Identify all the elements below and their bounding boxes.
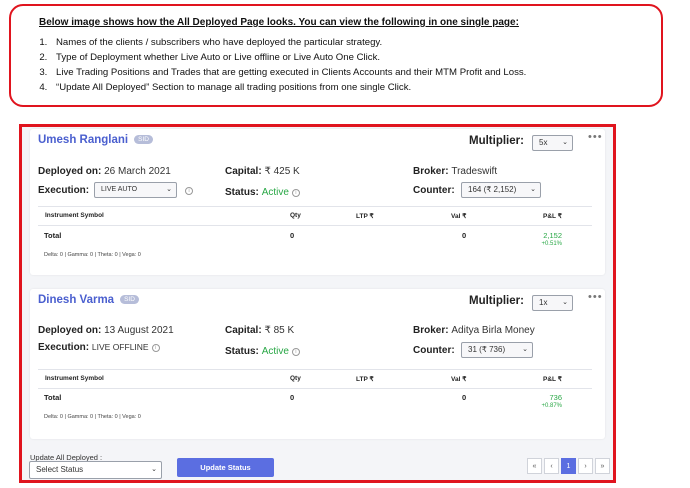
status: Status: Active i (225, 346, 300, 357)
execution-label: Execution: (38, 185, 90, 196)
positions-table-header: Instrument Symbol Qty LTP ₹ Val ₹ P&L ₹ (38, 369, 592, 389)
update-status-button[interactable]: Update Status (177, 458, 274, 477)
broker: Broker: Aditya Birla Money (413, 325, 535, 336)
page-first-button[interactable]: « (527, 458, 542, 474)
deployed-on: Deployed on: 13 August 2021 (38, 325, 174, 336)
callout-item: Names of the clients / subscribers who h… (50, 35, 526, 50)
callout-item: Type of Deployment whether Live Auto or … (50, 50, 526, 65)
deployed-on: Deployed on: 26 March 2021 (38, 166, 171, 177)
capital: Capital: ₹ 85 K (225, 325, 295, 336)
chevron-down-icon: ⌄ (530, 186, 536, 193)
info-callout: Below image shows how the All Deployed P… (9, 4, 663, 107)
col-qty: Qty (290, 212, 301, 219)
all-deployed-panel: Umesh Ranglani SID Multiplier: 5x ⌄ ••• De… (19, 124, 616, 483)
col-instrument: Instrument Symbol (45, 375, 104, 382)
page-last-button[interactable]: » (595, 458, 610, 474)
more-dots-icon[interactable]: ••• (588, 291, 603, 303)
callout-list: Names of the clients / subscribers who h… (23, 35, 526, 95)
positions-table-header: Instrument Symbol Qty LTP ₹ Val ₹ P&L ₹ (38, 206, 592, 226)
page-prev-button[interactable]: ‹ (544, 458, 559, 474)
select-status-dropdown[interactable]: Select Status ⌄ (29, 461, 162, 479)
total-val: 0 (462, 393, 467, 402)
multiplier-select[interactable]: 5x ⌄ (532, 135, 573, 151)
capital: Capital: ₹ 425 K (225, 166, 300, 177)
col-ltp: LTP ₹ (356, 376, 374, 383)
callout-item: “Update All Deployed” Section to manage … (50, 80, 526, 95)
col-pnl: P&L ₹ (543, 213, 562, 220)
counter-label: Counter: (413, 345, 455, 356)
deployment-card: Umesh Ranglani SID Multiplier: 5x ⌄ ••• De… (30, 129, 605, 275)
deployment-card: Dinesh Varma SID Multiplier: 1x ⌄ ••• Depl… (30, 289, 605, 439)
multiplier-label: Multiplier: (469, 295, 524, 307)
client-name[interactable]: Dinesh Varma SID (38, 294, 139, 306)
chevron-down-icon: ⌄ (151, 466, 157, 473)
col-ltp: LTP ₹ (356, 213, 374, 220)
greeks-summary: Delta: 0 | Gamma: 0 | Theta: 0 | Vega: 0 (44, 414, 141, 420)
counter-select[interactable]: 164 (₹ 2,152) ⌄ (461, 182, 541, 198)
status: Status: Active i (225, 187, 300, 198)
total-qty: 0 (290, 231, 295, 240)
multiplier-label: Multiplier: (469, 135, 524, 147)
info-icon[interactable]: i (291, 348, 300, 356)
page-1-button[interactable]: 1 (561, 458, 576, 474)
sid-badge: SID (120, 295, 139, 304)
total-qty: 0 (290, 393, 295, 402)
callout-item: Live Trading Positions and Trades that a… (50, 65, 526, 80)
counter-label: Counter: (413, 185, 455, 196)
total-pnl-percent: +0.51% (541, 241, 562, 247)
more-dots-icon[interactable]: ••• (588, 131, 603, 143)
total-label: Total (44, 393, 62, 402)
col-val: Val ₹ (451, 376, 467, 383)
chevron-down-icon: ⌄ (562, 299, 568, 306)
total-label: Total (44, 231, 62, 240)
info-icon[interactable]: i (291, 189, 300, 197)
info-icon[interactable]: i (151, 344, 160, 352)
execution-select[interactable]: LIVE AUTO ⌄ (94, 182, 177, 198)
chevron-down-icon: ⌄ (562, 139, 568, 146)
pagination: « ‹ 1 › » (525, 458, 610, 474)
callout-headline: Below image shows how the All Deployed P… (39, 17, 519, 28)
multiplier-select[interactable]: 1x ⌄ (532, 295, 573, 311)
total-pnl-percent: +0.87% (541, 403, 562, 409)
counter-select[interactable]: 31 (₹ 736) ⌄ (461, 342, 533, 358)
page-next-button[interactable]: › (578, 458, 593, 474)
total-pnl: 736 (549, 393, 562, 402)
total-pnl: 2,152 (543, 231, 562, 240)
greeks-summary: Delta: 0 | Gamma: 0 | Theta: 0 | Vega: 0 (44, 252, 141, 258)
col-qty: Qty (290, 375, 301, 382)
execution: Execution: LIVE OFFLINE i (38, 342, 160, 353)
client-name[interactable]: Umesh Ranglani SID (38, 134, 153, 146)
total-val: 0 (462, 231, 467, 240)
col-instrument: Instrument Symbol (45, 212, 104, 219)
chevron-down-icon: ⌄ (522, 346, 528, 353)
broker: Broker: Tradeswift (413, 166, 498, 177)
sid-badge: SID (134, 135, 153, 144)
col-val: Val ₹ (451, 213, 467, 220)
col-pnl: P&L ₹ (543, 376, 562, 383)
info-icon[interactable]: i (185, 187, 193, 195)
chevron-down-icon: ⌄ (166, 186, 172, 193)
